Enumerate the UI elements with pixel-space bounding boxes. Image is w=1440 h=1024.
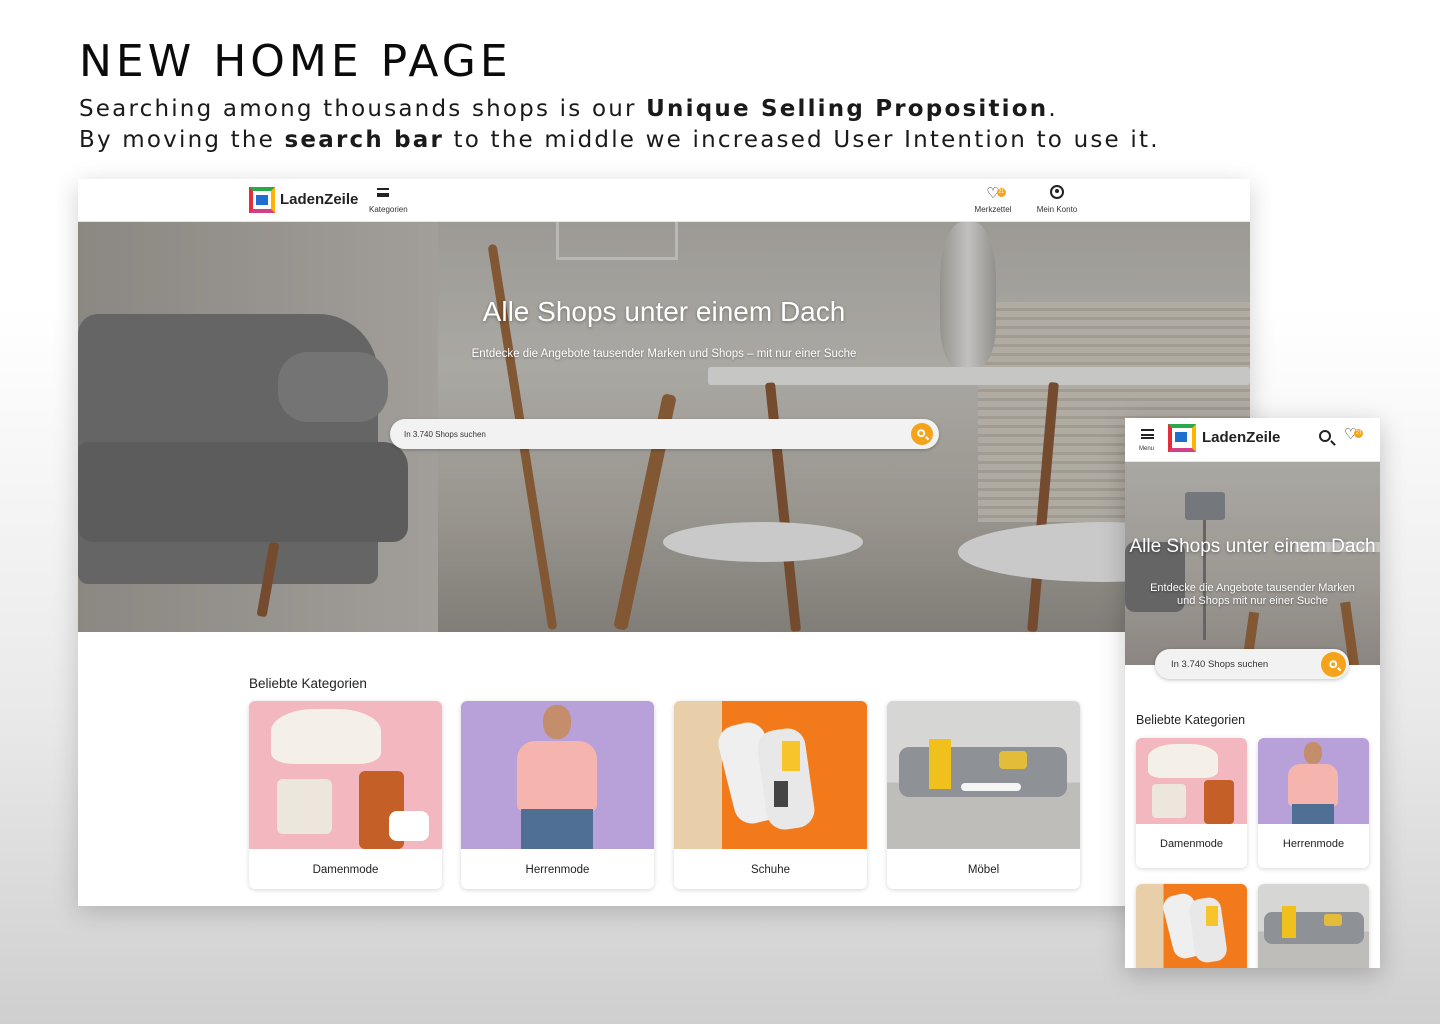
hamburger-icon [377, 188, 389, 197]
category-label: Damenmode [312, 864, 379, 876]
categories-title: Beliebte Kategorien [249, 676, 367, 691]
search-input[interactable] [404, 419, 894, 449]
search-input[interactable] [1171, 649, 1311, 679]
wishlist-count-badge: 21 [996, 188, 1006, 197]
category-card-damenmode[interactable]: Damenmode [1136, 738, 1247, 868]
search-icon[interactable] [1319, 430, 1331, 442]
slide-subline-2: By moving the search bar to the middle w… [79, 127, 1160, 153]
hero-overlay [1125, 462, 1380, 665]
category-card-moebel[interactable]: Möbel [887, 701, 1080, 889]
hero-title: Alle Shops unter einem Dach [482, 296, 846, 327]
hero-subtitle: Entdecke die Angebote tausender Marken u… [471, 348, 857, 360]
category-card-damenmode[interactable]: Damenmode [249, 701, 442, 889]
categories-title: Beliebte Kategorien [1136, 713, 1246, 727]
heart-icon[interactable]: ♡ 21 [1344, 427, 1364, 443]
category-image [674, 701, 867, 849]
desktop-mockup: LadenZeile Kategorien ♡ 21 Merkzettel Mei… [78, 179, 1250, 906]
subline-2-text-c: to the middle we increased User Intentio… [444, 127, 1160, 153]
category-image [1136, 884, 1247, 968]
category-card-herrenmode[interactable]: Herrenmode [1258, 738, 1369, 868]
category-label: Herrenmode [1282, 838, 1345, 850]
mobile-mockup: Menu LadenZeile ♡ 21 Alle Shops unter ein… [1125, 418, 1380, 968]
search-button[interactable] [911, 423, 933, 445]
logo-icon[interactable] [1168, 424, 1196, 452]
category-label: Herrenmode [525, 864, 590, 876]
desktop-header: LadenZeile Kategorien ♡ 21 Merkzettel Mei… [78, 179, 1250, 222]
search-button[interactable] [1321, 652, 1346, 677]
hero-subtitle: Entdecke die Angebote tausender Marken u… [1150, 582, 1355, 607]
mobile-header: Menu LadenZeile ♡ 21 [1125, 418, 1380, 462]
subline-1-emphasis: Unique Selling Proposition [646, 96, 1049, 122]
logo-text[interactable]: LadenZeile [1202, 429, 1280, 446]
subline-1-text-c: . [1048, 96, 1058, 122]
category-card-herrenmode[interactable]: Herrenmode [461, 701, 654, 889]
subline-2-emphasis: search bar [284, 127, 445, 153]
wishlist-button[interactable]: ♡ 21 Merkzettel [971, 185, 1015, 215]
hero-title: Alle Shops unter einem Dach [1129, 536, 1376, 557]
subline-1-text-a: Searching among thousands shops is our [79, 96, 647, 122]
logo-icon[interactable] [249, 187, 275, 213]
category-image [249, 701, 442, 849]
category-label: Damenmode [1160, 838, 1223, 850]
wishlist-count-badge: 21 [1354, 429, 1364, 438]
category-image [1258, 738, 1369, 824]
hero-banner: Alle Shops unter einem Dach Entdecke die… [78, 222, 1250, 632]
mobile-hero-banner: Alle Shops unter einem Dach Entdecke die… [1125, 462, 1380, 665]
category-card-moebel[interactable] [1258, 884, 1369, 968]
search-icon [1328, 659, 1337, 668]
hamburger-icon [1140, 429, 1154, 439]
categories-menu-label: Kategorien [369, 205, 408, 214]
wishlist-label: Merkzettel [974, 205, 1012, 214]
mobile-search-bar [1155, 649, 1349, 679]
slide-headline: NEW HOME PAGE [79, 36, 512, 87]
heart-icon: ♡ 21 [986, 185, 1006, 202]
category-label: Möbel [967, 864, 1000, 876]
category-image [887, 701, 1080, 849]
subline-2-text-a: By moving the [79, 127, 285, 153]
category-image [461, 701, 654, 849]
category-image [1258, 884, 1369, 968]
user-circle-icon [1050, 185, 1064, 199]
slide-subline-1: Searching among thousands shops is our U… [79, 96, 1058, 122]
category-label: Schuhe [750, 864, 790, 876]
search-icon [917, 429, 926, 438]
hero-search-bar [390, 419, 939, 449]
mobile-menu-label: Menu [1139, 446, 1155, 452]
category-card-schuhe[interactable] [1136, 884, 1247, 968]
category-image [1136, 738, 1247, 824]
account-label: Mein Konto [1036, 205, 1078, 214]
categories-menu-button[interactable]: Kategorien [369, 188, 408, 214]
logo-text[interactable]: LadenZeile [280, 191, 358, 208]
category-card-schuhe[interactable]: Schuhe [674, 701, 867, 889]
account-button[interactable]: Mein Konto [1033, 185, 1081, 214]
mobile-menu-button[interactable]: Menu [1137, 429, 1157, 452]
